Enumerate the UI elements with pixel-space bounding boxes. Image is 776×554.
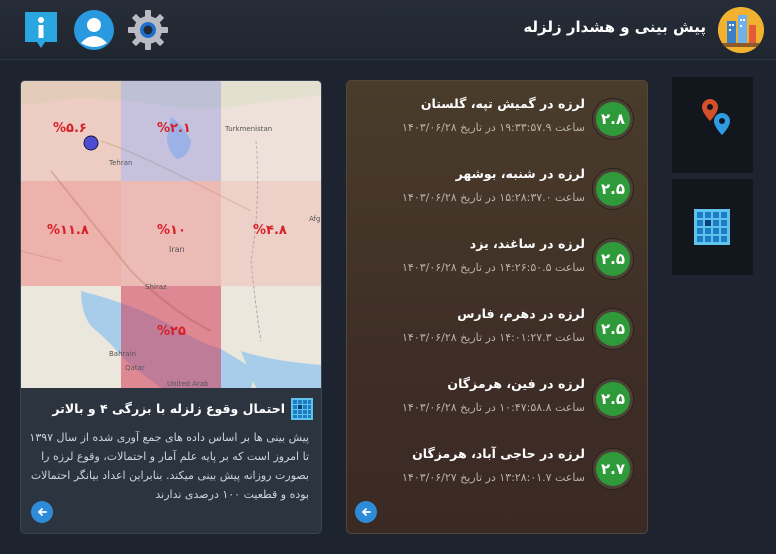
quake-time: ساعت ۱۳:۲۸:۰۱.۷ در تاریخ ۱۴۰۳/۰۶/۲۷ (402, 471, 585, 484)
quake-time: ساعت ۱۵:۲۸:۳۷.۰ در تاریخ ۱۴۰۳/۰۶/۲۸ (402, 191, 585, 204)
forecast-description: پیش بینی ها بر اساس داده های جمع آوری شد… (29, 431, 309, 501)
quake-item[interactable]: ۲.۵ لرزه در دهرم، فارس ساعت ۱۴:۰۱:۲۷.۳ د… (347, 303, 647, 373)
quake-location: لرزه در دهرم، فارس (457, 306, 585, 321)
grid-icon (694, 209, 730, 245)
risk-cell-label: %۱۰ (157, 223, 186, 238)
magnitude-badge: ۲.۵ (593, 239, 633, 279)
app-logo-icon (718, 7, 764, 53)
magnitude-badge: ۲.۵ (593, 379, 633, 419)
magnitude-badge: ۲.۵ (593, 169, 633, 209)
map-label: Tehran (109, 159, 133, 167)
map-label: Iran (169, 245, 185, 254)
map-label: Turkmenistan (225, 125, 273, 133)
forecast-grid-tile[interactable] (672, 179, 753, 275)
quake-item[interactable]: ۲.۷ لرزه در حاجی آباد، هرمزگان ساعت ۱۳:۲… (347, 443, 647, 513)
quake-time: ساعت ۱۹:۳۳:۵۷.۹ در تاریخ ۱۴۰۳/۰۶/۲۸ (402, 121, 585, 134)
app-title: پیش بینی و هشدار زلزله (523, 18, 706, 36)
quake-location: لرزه در شنبه، بوشهر (455, 166, 585, 181)
locations-tile[interactable] (672, 77, 753, 173)
quake-time: ساعت ۱۴:۲۶:۵۰.۵ در تاریخ ۱۴۰۳/۰۶/۲۸ (402, 261, 585, 274)
map-label: Qatar (125, 364, 145, 372)
info-icon[interactable] (20, 9, 62, 51)
grid-icon (291, 398, 313, 420)
risk-cell-label: %۱۱.۸ (47, 223, 89, 238)
quake-location: لرزه در گمیش تپه، گلستان (420, 96, 585, 111)
map-label: Bahrain (109, 350, 137, 358)
risk-cell-label: %۵.۶ (53, 121, 87, 136)
quake-time: ساعت ۱۰:۴۷:۵۸.۸ در تاریخ ۱۴۰۳/۰۶/۲۸ (402, 401, 585, 414)
map-pin-icon (702, 99, 730, 135)
forecast-map[interactable]: %۵.۶ %۲.۱ %۱۱.۸ %۱۰ %۴.۸ %۲۵ Turkmenista… (21, 81, 321, 388)
recent-quakes-panel: ۲.۸ لرزه در گمیش تپه، گلستان ساعت ۱۹:۳۳:… (346, 80, 648, 534)
top-bar: پیش بینی و هشدار زلزله (0, 0, 776, 60)
quake-location: لرزه در فین، هرمزگان (447, 376, 585, 391)
risk-cell-label: %۲.۱ (157, 121, 191, 136)
quake-location: لرزه در ساغند، یزد (469, 236, 585, 251)
quake-item[interactable]: ۲.۸ لرزه در گمیش تپه، گلستان ساعت ۱۹:۳۳:… (347, 93, 647, 163)
quake-item[interactable]: ۲.۵ لرزه در فین، هرمزگان ساعت ۱۰:۴۷:۵۸.۸… (347, 373, 647, 443)
back-arrow-button[interactable] (355, 501, 377, 523)
quake-item[interactable]: ۲.۵ لرزه در ساغند، یزد ساعت ۱۴:۲۶:۵۰.۵ د… (347, 233, 647, 303)
forecast-panel: %۵.۶ %۲.۱ %۱۱.۸ %۱۰ %۴.۸ %۲۵ Turkmenista… (20, 80, 322, 534)
map-label: United Arab (167, 380, 209, 388)
magnitude-badge: ۲.۸ (593, 99, 633, 139)
user-profile-icon[interactable] (73, 9, 115, 51)
magnitude-badge: ۲.۷ (593, 449, 633, 489)
quake-location: لرزه در حاجی آباد، هرمزگان (412, 446, 585, 461)
forecast-title: احتمال وقوع زلزله با بزرگی ۴ و بالاتر (52, 401, 285, 416)
map-label: Afg (309, 215, 321, 223)
arrow-left-icon (361, 508, 371, 516)
risk-cell-label: %۴.۸ (253, 223, 287, 238)
back-arrow-button[interactable] (31, 501, 53, 523)
settings-gear-icon[interactable] (127, 9, 169, 51)
risk-cell-label: %۲۵ (157, 324, 186, 339)
arrow-left-icon (37, 508, 47, 516)
map-label: Shiraz (145, 283, 167, 291)
quake-time: ساعت ۱۴:۰۱:۲۷.۳ در تاریخ ۱۴۰۳/۰۶/۲۸ (402, 331, 585, 344)
quake-item[interactable]: ۲.۵ لرزه در شنبه، بوشهر ساعت ۱۵:۲۸:۳۷.۰ … (347, 163, 647, 233)
magnitude-badge: ۲.۵ (593, 309, 633, 349)
